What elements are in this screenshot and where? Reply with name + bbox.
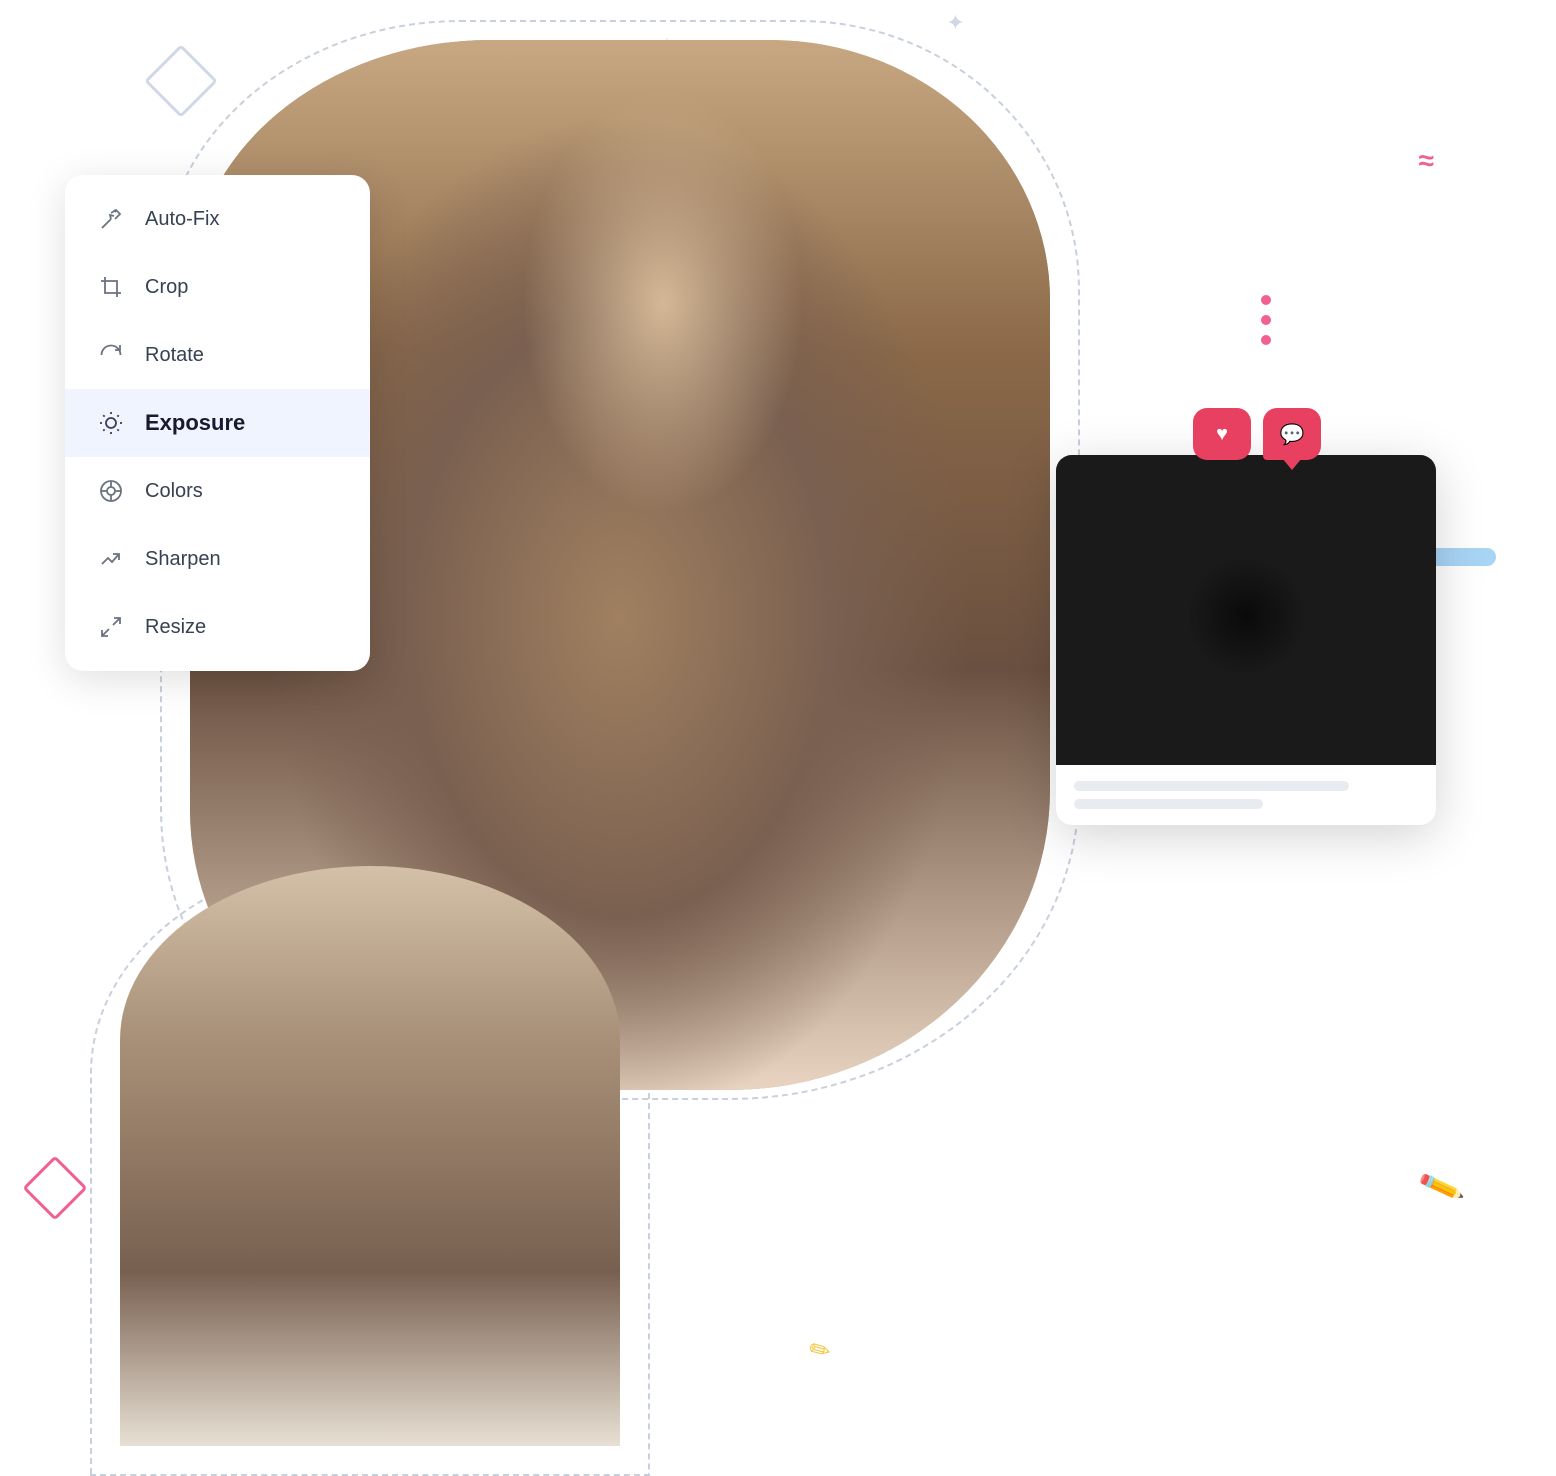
menu-item-crop[interactable]: Crop xyxy=(65,253,370,321)
menu-item-resize[interactable]: Resize xyxy=(65,593,370,661)
deco-diamond-bottom-left xyxy=(22,1155,87,1220)
menu-item-rotate[interactable]: Rotate xyxy=(65,321,370,389)
exposure-label: Exposure xyxy=(145,410,245,436)
chat-notification: 💬 xyxy=(1263,408,1321,460)
auto-fix-label: Auto-Fix xyxy=(145,208,219,231)
exposure-icon xyxy=(95,407,127,439)
social-card-image xyxy=(1056,455,1436,765)
bottom-photo xyxy=(120,866,620,1446)
menu-panel: Auto-Fix Crop Rotate xyxy=(65,175,370,671)
crop-icon xyxy=(95,271,127,303)
rotate-icon xyxy=(95,339,127,371)
colors-icon xyxy=(95,475,127,507)
deco-wavy-top-right: ≈ xyxy=(1419,145,1431,177)
deco-dots-right xyxy=(1261,295,1271,345)
deco-pencil-bottom: ✏ xyxy=(805,1333,834,1369)
notif-tail xyxy=(1282,458,1302,470)
notification-bubble: ♥ 💬 xyxy=(1193,408,1321,460)
sharpen-label: Sharpen xyxy=(145,548,221,571)
rotate-label: Rotate xyxy=(145,344,204,367)
social-card-footer xyxy=(1056,765,1436,825)
colors-label: Colors xyxy=(145,480,203,503)
chat-icon: 💬 xyxy=(1280,422,1305,447)
scene: ≈ ✏️ ✏ ✦ ✦ Auto-Fix xyxy=(0,0,1556,1446)
heart-icon: ♥ xyxy=(1216,423,1228,446)
sharpen-icon xyxy=(95,543,127,575)
menu-item-exposure[interactable]: Exposure xyxy=(65,389,370,457)
eye-painting xyxy=(1056,455,1436,765)
social-card xyxy=(1056,455,1436,825)
bottom-photo-container xyxy=(120,866,620,1446)
resize-icon xyxy=(95,611,127,643)
social-bar-medium xyxy=(1074,799,1263,809)
social-bar-wide xyxy=(1074,781,1349,791)
heart-notification: ♥ xyxy=(1193,408,1251,460)
menu-item-sharpen[interactable]: Sharpen xyxy=(65,525,370,593)
wand-icon xyxy=(95,203,127,235)
crop-label: Crop xyxy=(145,276,188,299)
deco-pencil-right: ✏️ xyxy=(1416,1162,1466,1211)
menu-item-colors[interactable]: Colors xyxy=(65,457,370,525)
resize-label: Resize xyxy=(145,616,206,639)
menu-item-auto-fix[interactable]: Auto-Fix xyxy=(65,185,370,253)
deco-star-right: ✦ xyxy=(946,10,964,36)
